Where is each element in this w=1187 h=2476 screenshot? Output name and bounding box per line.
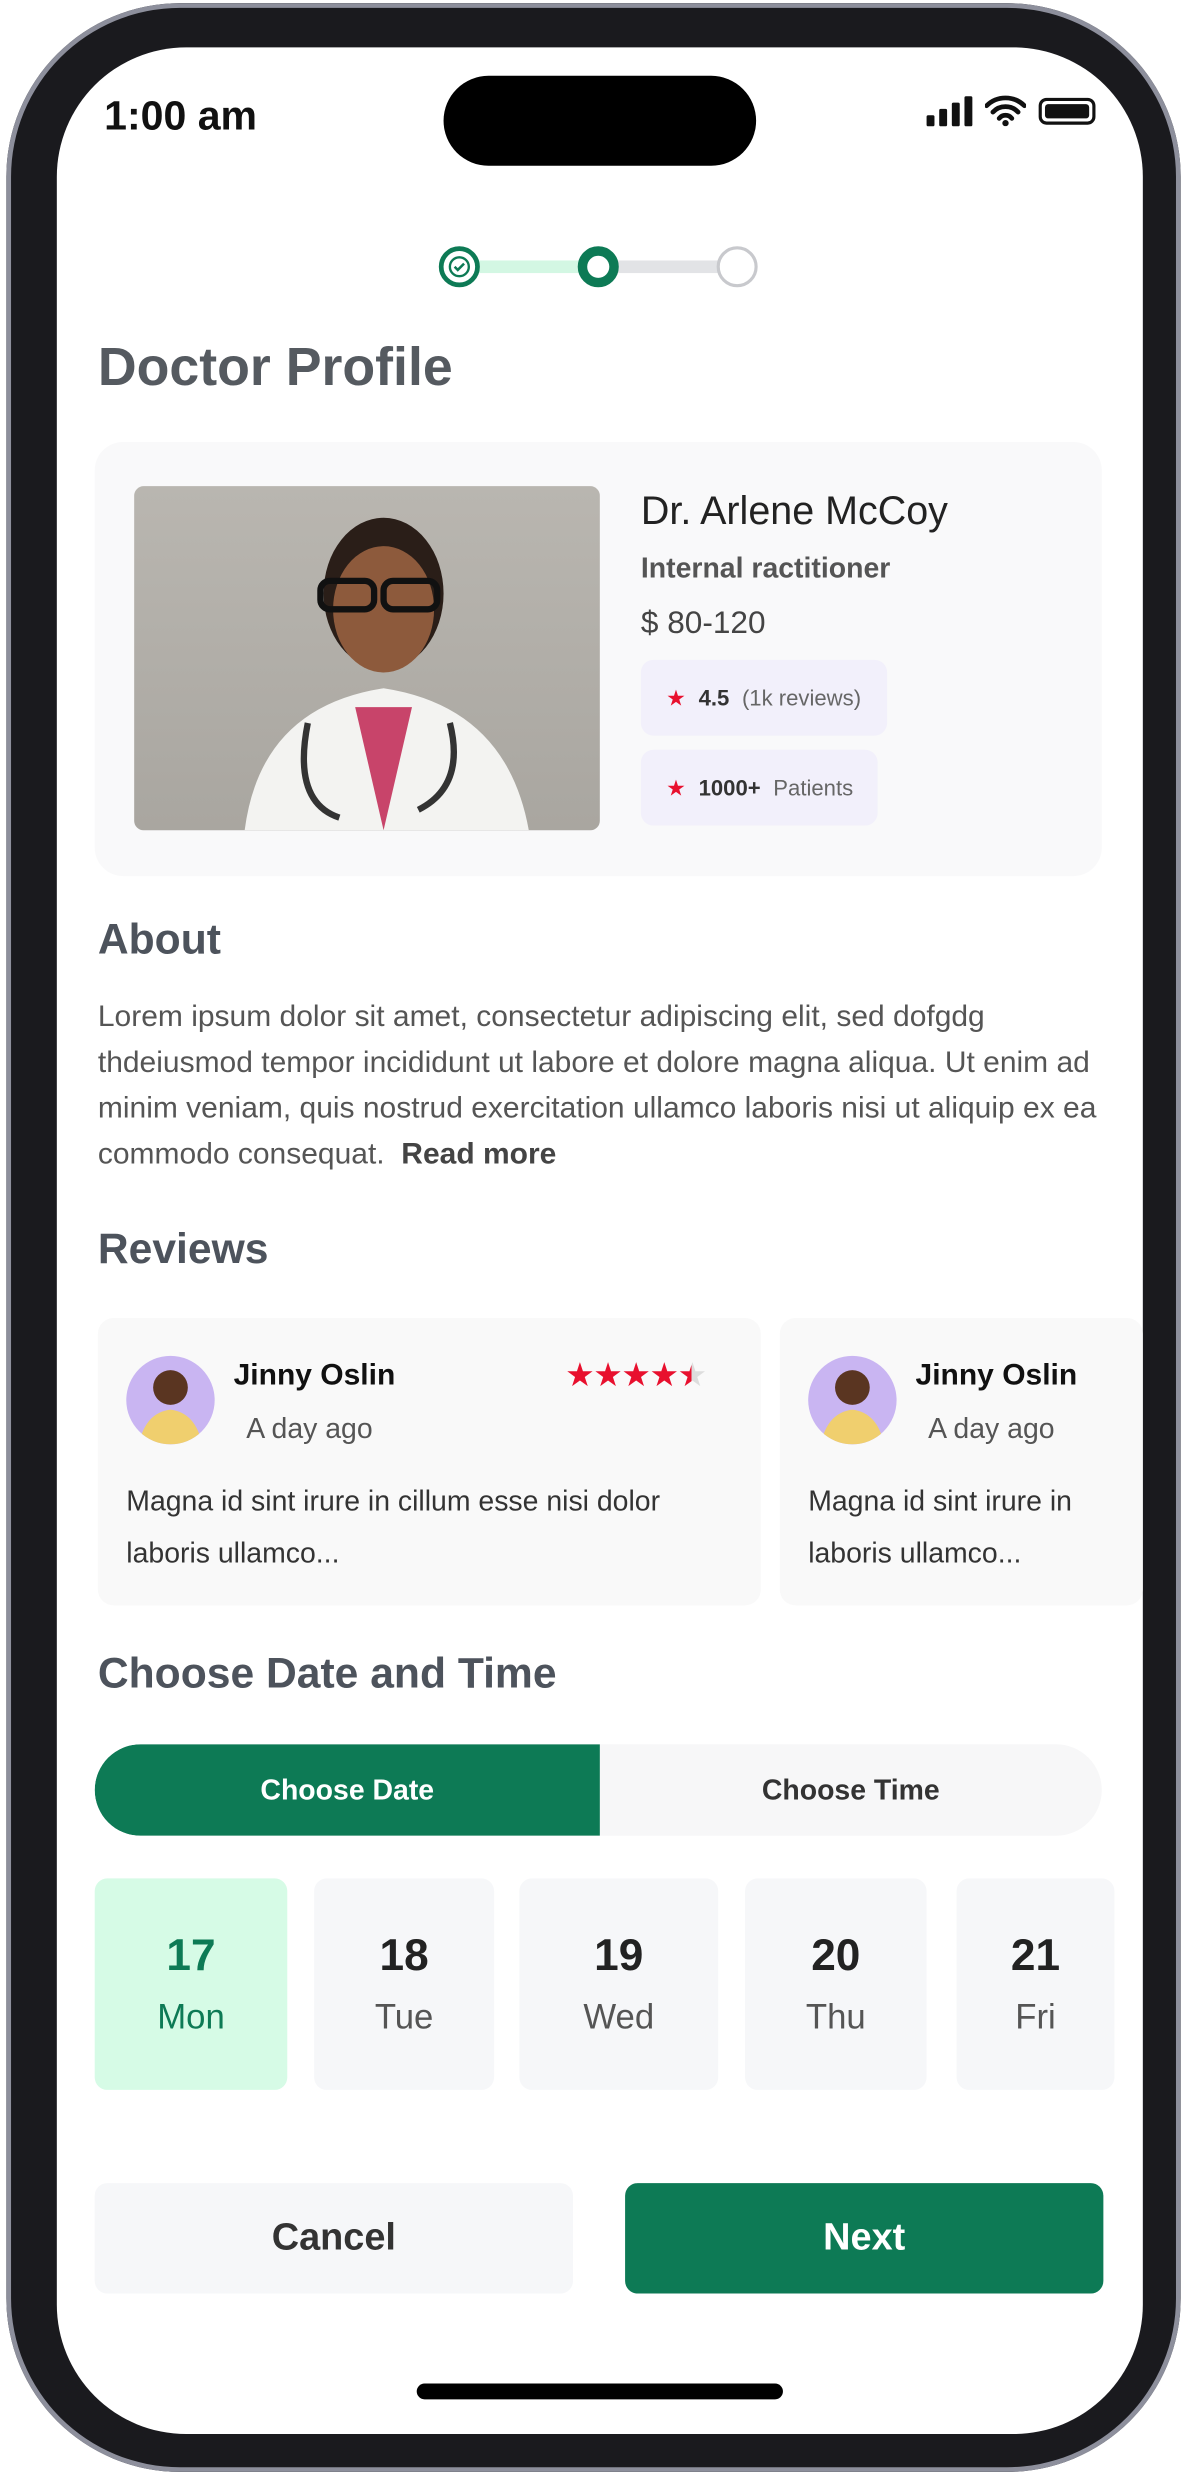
- review-time: A day ago: [928, 1412, 1055, 1445]
- reviews-count: (1k reviews): [741, 685, 862, 711]
- date-weekday: Thu: [805, 1996, 866, 2037]
- status-icons: [926, 95, 1096, 127]
- patients-chip: ★ 1000+ Patients: [640, 749, 879, 826]
- date-option[interactable]: 19 Wed: [519, 1878, 719, 2090]
- review-time: A day ago: [246, 1412, 373, 1445]
- patients-value: 1000+: [698, 775, 761, 801]
- tab-choose-time[interactable]: Choose Time: [600, 1744, 1102, 1836]
- doctor-specialty: Internal ractitioner: [640, 552, 891, 585]
- reviewer-name: Jinny Oslin: [915, 1359, 1078, 1393]
- rating-chip: ★ 4.5 (1k reviews): [640, 659, 887, 736]
- review-text: Magna id sint irure in cillum esse nisi …: [126, 1485, 661, 1570]
- page-title: Doctor Profile: [97, 337, 453, 398]
- about-text: Lorem ipsum dolor sit amet, consectetur …: [98, 994, 1108, 1177]
- review-card[interactable]: Jinny Oslin A day ago Magna id sint irur…: [779, 1318, 1143, 1606]
- signal-icon: [926, 95, 973, 127]
- date-option[interactable]: 17 Mon: [94, 1878, 288, 2090]
- date-number: 18: [379, 1930, 429, 1980]
- date-number: 19: [594, 1930, 644, 1980]
- reviews-heading: Reviews: [97, 1224, 269, 1273]
- battery-icon: [1038, 97, 1096, 124]
- rating-value: 4.5: [698, 685, 730, 711]
- date-weekday: Wed: [583, 1996, 655, 2037]
- date-weekday: Tue: [374, 1996, 434, 2037]
- date-option[interactable]: 20 Thu: [745, 1878, 927, 2090]
- next-button[interactable]: Next: [625, 2183, 1104, 2294]
- wifi-icon: [984, 95, 1027, 127]
- doctor-photo: [134, 486, 600, 831]
- schedule-heading: Choose Date and Time: [97, 1649, 557, 1697]
- review-card[interactable]: Jinny Oslin ★★★★★ A day ago Magna id sin…: [97, 1318, 761, 1606]
- star-icon: ★: [666, 684, 686, 710]
- date-time-toggle: Choose Date Choose Time: [94, 1744, 1102, 1836]
- date-number: 21: [1010, 1930, 1061, 1980]
- date-option[interactable]: 21 Fri: [956, 1878, 1115, 2090]
- step-current: [577, 246, 619, 288]
- date-weekday: Fri: [1015, 1996, 1056, 2037]
- doctor-price: $ 80-120: [640, 606, 766, 641]
- phone-frame: 1:00 am Doctor Profile Dr. Arlene McCoy …: [6, 3, 1181, 2472]
- reviewer-name: Jinny Oslin: [233, 1359, 396, 1393]
- progress-stepper: [438, 243, 761, 290]
- cancel-button[interactable]: Cancel: [94, 2183, 573, 2294]
- date-number: 20: [811, 1930, 861, 1980]
- date-option[interactable]: 18 Tue: [314, 1878, 495, 2090]
- doctor-name: Dr. Arlene McCoy: [640, 489, 948, 534]
- reviewer-avatar: [126, 1355, 215, 1445]
- step-complete-check-icon: [438, 246, 480, 288]
- date-weekday: Mon: [157, 1996, 225, 2037]
- dynamic-island: [443, 75, 757, 166]
- star-icon: ★: [666, 774, 686, 800]
- step-upcoming: [716, 246, 758, 288]
- review-text: Magna id sint irure in laboris ullamco..…: [808, 1485, 1072, 1570]
- home-indicator[interactable]: [416, 2383, 783, 2400]
- reviewer-avatar: [808, 1355, 897, 1445]
- about-heading: About: [97, 915, 221, 963]
- date-number: 17: [166, 1930, 216, 1980]
- patients-label: Patients: [773, 775, 854, 801]
- screen: 1:00 am Doctor Profile Dr. Arlene McCoy …: [56, 47, 1143, 2435]
- doctor-card: Dr. Arlene McCoy Internal ractitioner $ …: [94, 441, 1102, 877]
- tab-choose-date[interactable]: Choose Date: [94, 1744, 600, 1836]
- about-body: Lorem ipsum dolor sit amet, consectetur …: [97, 1000, 1097, 1172]
- read-more-link[interactable]: Read more: [401, 1138, 556, 1171]
- status-time: 1:00 am: [104, 91, 258, 139]
- rating-stars-icon: ★★★★★: [565, 1357, 707, 1394]
